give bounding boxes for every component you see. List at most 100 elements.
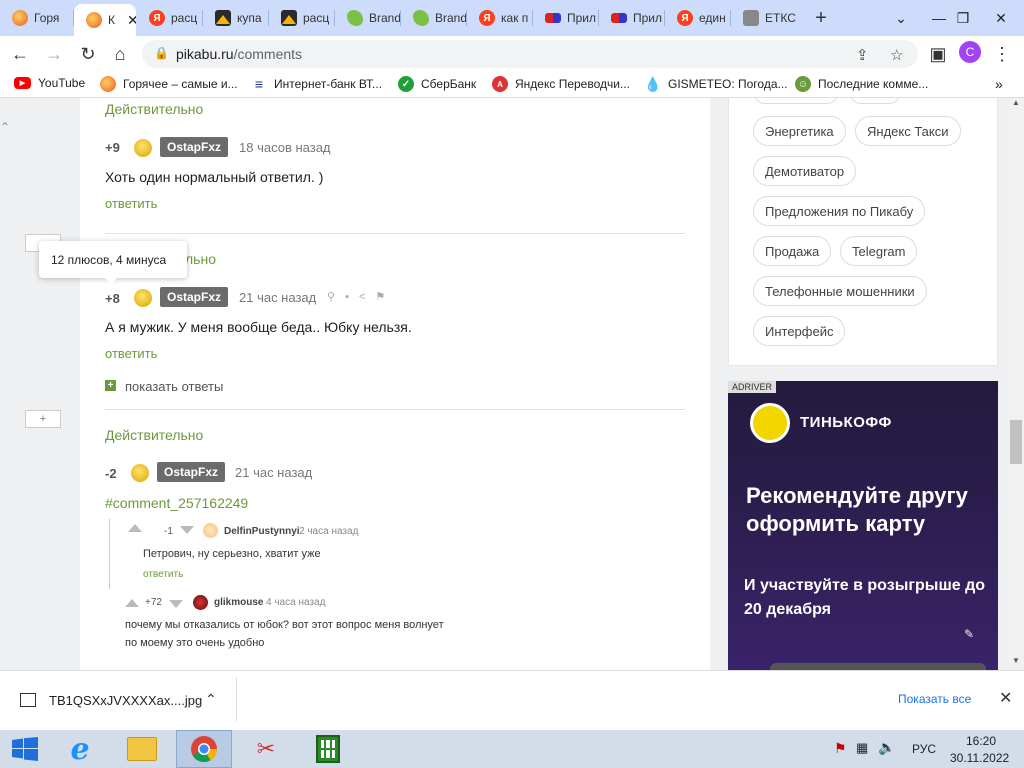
volume-icon[interactable]: 🔈 (878, 739, 895, 756)
reload-icon[interactable]: ↻ (74, 40, 102, 68)
bookmark-vtb[interactable]: ≡ Интернет-банк ВТ... (251, 76, 382, 92)
comment-author[interactable]: DelfinPustynnyi (224, 526, 300, 537)
comment-anchor-link[interactable]: #comment_257162249 (105, 495, 248, 511)
bookmark-pikabu[interactable]: Горячее – самые и... (100, 76, 238, 92)
comment-time[interactable]: 21 час назад (235, 465, 312, 480)
reply-link[interactable]: ответить (143, 569, 183, 580)
chevron-up-icon[interactable]: ⌃ (205, 691, 217, 708)
scroll-up-icon[interactable]: ⌃ (0, 120, 10, 134)
tag[interactable]: Энергетика (753, 116, 846, 146)
scroll-up-arrow-icon[interactable]: ▲ (1012, 98, 1020, 107)
downvote-icon[interactable] (180, 526, 194, 534)
reply-link[interactable]: ответить (105, 346, 157, 361)
comment-author[interactable]: OstapFxz (160, 287, 229, 307)
tag[interactable]: Телефонные мошенники (753, 276, 927, 306)
tag[interactable]: Предложения по Пикабу (753, 196, 926, 226)
avatar[interactable] (131, 464, 149, 482)
tab[interactable]: Якак п (467, 6, 533, 30)
new-tab-button[interactable]: + (808, 5, 834, 31)
tab[interactable]: купа (203, 6, 269, 30)
show-all-downloads[interactable]: Показать все (898, 692, 971, 706)
avatar[interactable] (134, 139, 152, 157)
comment-rating[interactable]: +72 (145, 597, 162, 608)
bookmark-youtube[interactable]: ▶ YouTube (14, 76, 85, 90)
tab[interactable]: Прил (533, 6, 599, 30)
tab[interactable]: Горя (0, 6, 74, 30)
ad-banner[interactable]: ADRIVER ТИНЬКОФФ Рекомендуйте другу офор… (728, 381, 998, 670)
upvote-icon[interactable] (128, 524, 142, 532)
comment-author[interactable]: OstapFxz (160, 137, 229, 157)
home-icon[interactable]: ⌂ (106, 40, 134, 68)
show-replies-link[interactable]: показать ответы (125, 379, 223, 394)
comment-time[interactable]: 18 часов назад (239, 140, 331, 155)
ad-choice-icon[interactable]: ✎ (964, 627, 974, 641)
tab[interactable]: Brand (401, 6, 467, 30)
comment-rating[interactable]: +8 (105, 291, 120, 306)
back-arrow-icon[interactable]: ← (6, 40, 34, 68)
share-icon[interactable]: ⇪ (856, 46, 869, 64)
link-icon[interactable]: ⚲ (327, 291, 345, 303)
bookmark-star-icon[interactable]: ☆ (890, 46, 903, 64)
tag[interactable]: Яндекс Такси (855, 116, 961, 146)
windows-start-icon[interactable] (0, 730, 50, 768)
avatar[interactable] (203, 523, 218, 538)
tab[interactable]: Brand (335, 6, 401, 30)
forward-arrow-icon[interactable]: → (40, 40, 68, 68)
menu-icon[interactable]: ⋮ (988, 40, 1016, 68)
save-icon[interactable]: ▪ (345, 291, 359, 303)
ie-icon[interactable]: e (52, 730, 108, 768)
flag-alert-icon[interactable]: ⚑ (834, 740, 847, 757)
tab[interactable]: Яедин (665, 6, 731, 30)
network-icon[interactable]: ▦ (856, 740, 868, 756)
download-filename[interactable]: TB1QSXxJVXXXXax....jpg (49, 693, 202, 708)
tag[interactable]: Telegram (840, 236, 918, 266)
scroll-down-arrow-icon[interactable]: ▼ (1012, 656, 1020, 665)
avatar[interactable] (193, 595, 208, 610)
tab-active[interactable]: К ✕ (74, 4, 136, 36)
comment-time[interactable]: 21 час назад (239, 290, 316, 305)
tab[interactable]: Прил (599, 6, 665, 30)
comment-rating[interactable]: -2 (105, 466, 117, 481)
image-file-icon (20, 693, 36, 707)
tab[interactable]: расц (269, 6, 335, 30)
clock-date[interactable]: 30.11.2022 (950, 751, 1009, 765)
scroll-thumb[interactable] (1010, 420, 1022, 464)
expand-button[interactable]: + (25, 410, 61, 428)
plus-icon[interactable]: + (105, 380, 116, 391)
comment-time[interactable]: 2 часа назад (299, 526, 358, 537)
comment-author[interactable]: OstapFxz (157, 462, 226, 482)
bookmark-sber[interactable]: ✓ СберБанк (398, 76, 476, 92)
address-bar[interactable]: 🔒 pikabu.ru/comments ⇪ ☆ (142, 40, 918, 68)
bookmark-gismeteo[interactable]: 💧 GISMETEO: Погода... (644, 76, 787, 92)
bookmark-translate[interactable]: A Яндекс Переводчи... (492, 76, 630, 92)
comment-rating[interactable]: -1 (164, 526, 173, 537)
comment-author[interactable]: glikmouse (214, 597, 263, 608)
close-icon[interactable]: ✕ (999, 688, 1012, 708)
tag[interactable]: Продажа (753, 236, 832, 266)
chrome-icon[interactable] (176, 730, 232, 768)
avatar[interactable] (134, 289, 152, 307)
bookmarks-overflow-icon[interactable]: » (995, 76, 1003, 92)
upvote-icon[interactable] (125, 599, 139, 607)
comment-time[interactable]: 4 часа назад (266, 597, 325, 608)
tag[interactable]: Демотиватор (753, 156, 857, 186)
profile-avatar[interactable]: C (959, 41, 981, 63)
close-tab-icon[interactable]: ✕ (127, 12, 136, 29)
explorer-folder-icon[interactable] (114, 730, 170, 768)
share-icon[interactable]: < (359, 291, 375, 303)
close-window-button[interactable]: ✕ (978, 0, 1024, 36)
sidepanel-icon[interactable]: ▣ (924, 40, 952, 68)
comment-rating[interactable]: +9 (105, 140, 120, 155)
downvote-icon[interactable] (169, 600, 183, 608)
tag[interactable]: Интерфейс (753, 316, 846, 346)
scrollbar[interactable]: ▲ ▼ (1008, 98, 1024, 670)
snipping-tool-icon[interactable]: ✂ (238, 730, 294, 768)
calculator-icon[interactable] (300, 730, 356, 768)
bookmark-comments[interactable]: ☺ Последние комме... (795, 76, 928, 92)
flag-icon[interactable]: ⚑ (375, 291, 395, 303)
language-indicator[interactable]: РУС (912, 742, 936, 756)
tab[interactable]: Ярасц (137, 6, 203, 30)
clock-time[interactable]: 16:20 (966, 734, 996, 748)
reply-link[interactable]: ответить (105, 196, 157, 211)
tab[interactable]: ЕТКС (731, 6, 801, 30)
